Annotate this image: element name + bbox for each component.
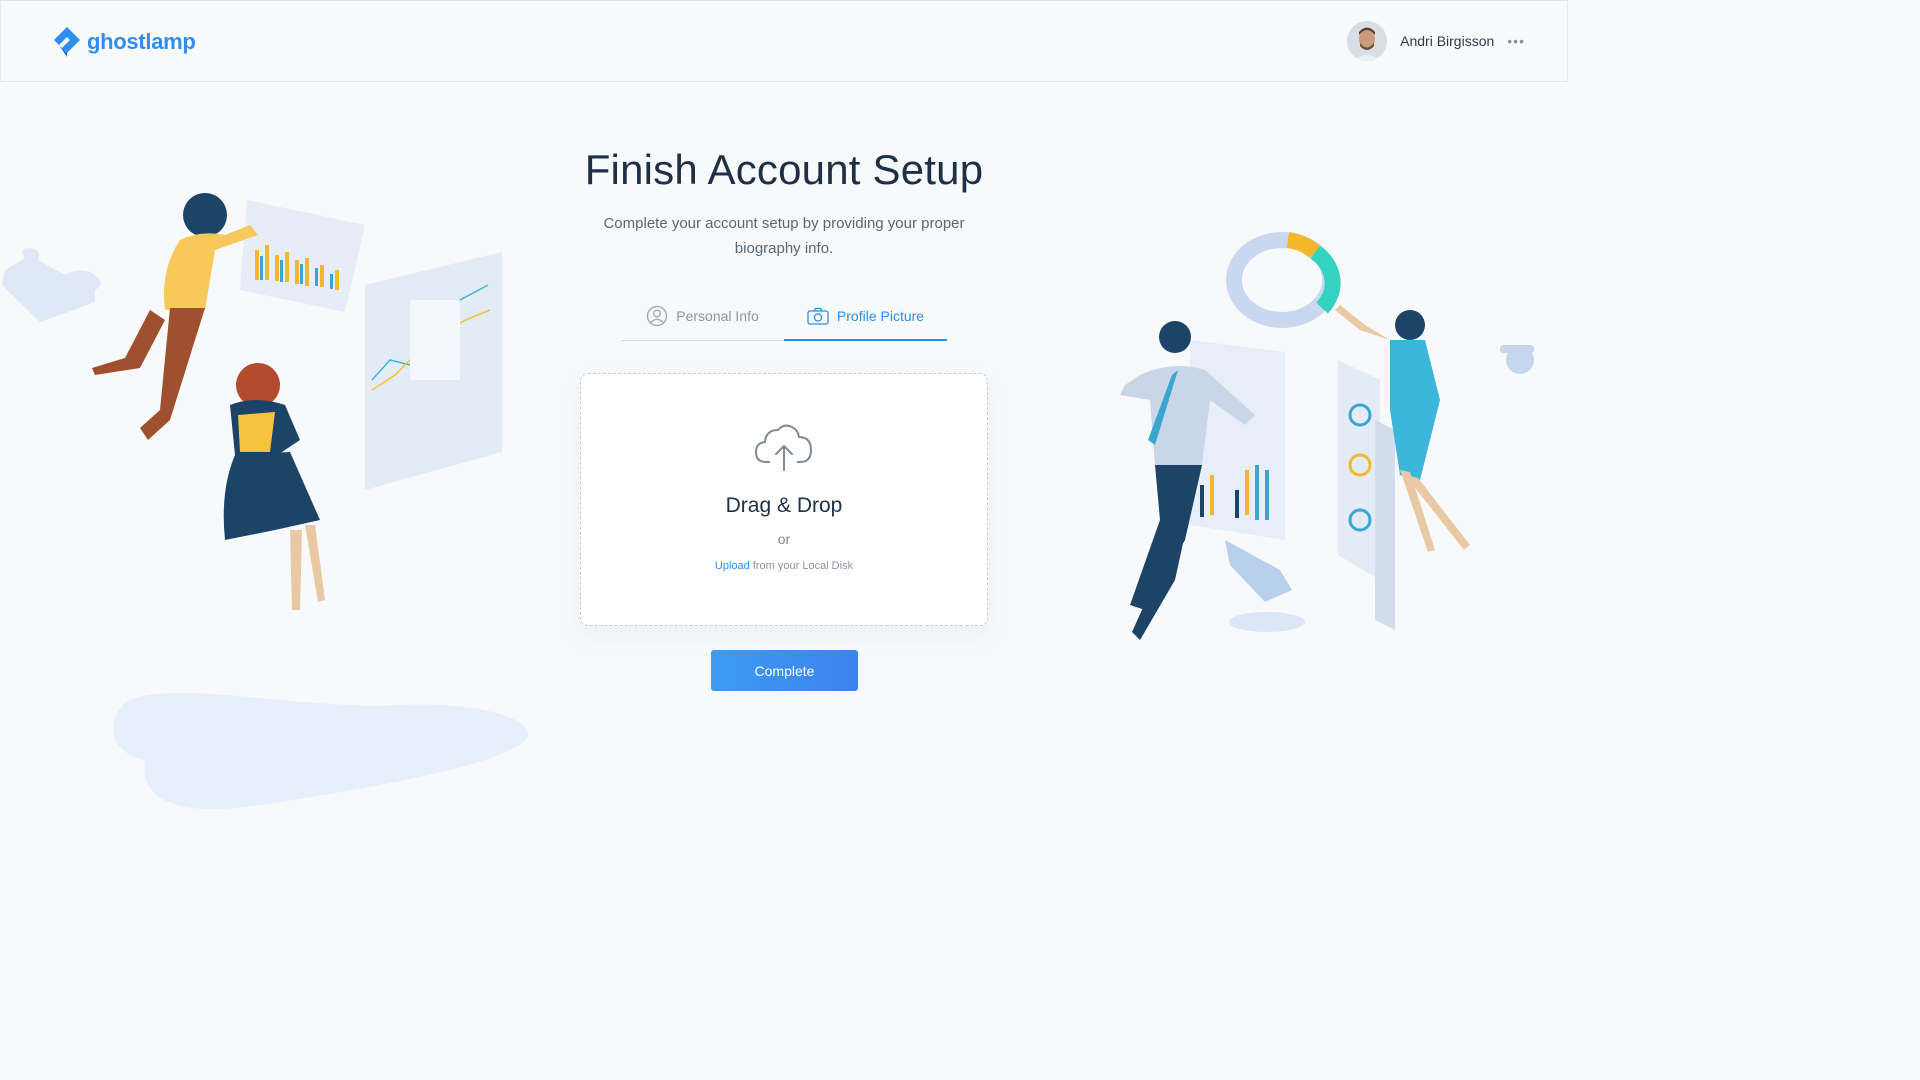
setup-tabs: Personal Info Profile Picture bbox=[621, 292, 947, 341]
right-illustration bbox=[1120, 232, 1534, 640]
upload-source-text: from your Local Disk bbox=[749, 560, 854, 572]
camera-icon bbox=[807, 307, 829, 325]
left-illustration bbox=[2, 193, 528, 809]
ghostlamp-logo-icon bbox=[54, 27, 80, 57]
user-circle-icon bbox=[647, 305, 668, 327]
dropzone-or-text: or bbox=[777, 531, 791, 547]
logo-text: ghostlamp bbox=[87, 29, 196, 54]
tab-profile-picture-label: Profile Picture bbox=[836, 307, 925, 324]
page-title: Finish Account Setup bbox=[584, 146, 984, 193]
tab-personal-info-label: Personal Info bbox=[676, 308, 759, 324]
avatar[interactable] bbox=[1347, 21, 1388, 61]
cloud-upload-icon bbox=[755, 424, 812, 471]
ghostlamp-logo[interactable]: ghostlamp bbox=[53, 26, 196, 58]
dropzone-upload-line: Upload from your Local Disk bbox=[581, 560, 987, 572]
top-navigation-bar: ghostlamp Andri Birgisson ••• bbox=[0, 0, 1568, 82]
upload-link[interactable]: Upload bbox=[715, 560, 750, 572]
more-options-icon[interactable]: ••• bbox=[1507, 33, 1525, 49]
tab-profile-picture[interactable]: Profile Picture bbox=[784, 292, 947, 341]
user-name: Andri Birgisson bbox=[1400, 33, 1495, 49]
user-menu[interactable]: Andri Birgisson ••• bbox=[1347, 21, 1525, 61]
dropzone-title: Drag & Drop bbox=[725, 494, 843, 517]
tab-personal-info[interactable]: Personal Info bbox=[621, 292, 784, 340]
complete-button[interactable]: Complete bbox=[711, 650, 858, 691]
file-dropzone[interactable]: Drag & Drop or Upload from your Local Di… bbox=[580, 373, 988, 626]
page-subtitle: Complete your account setup by providing… bbox=[603, 215, 965, 257]
